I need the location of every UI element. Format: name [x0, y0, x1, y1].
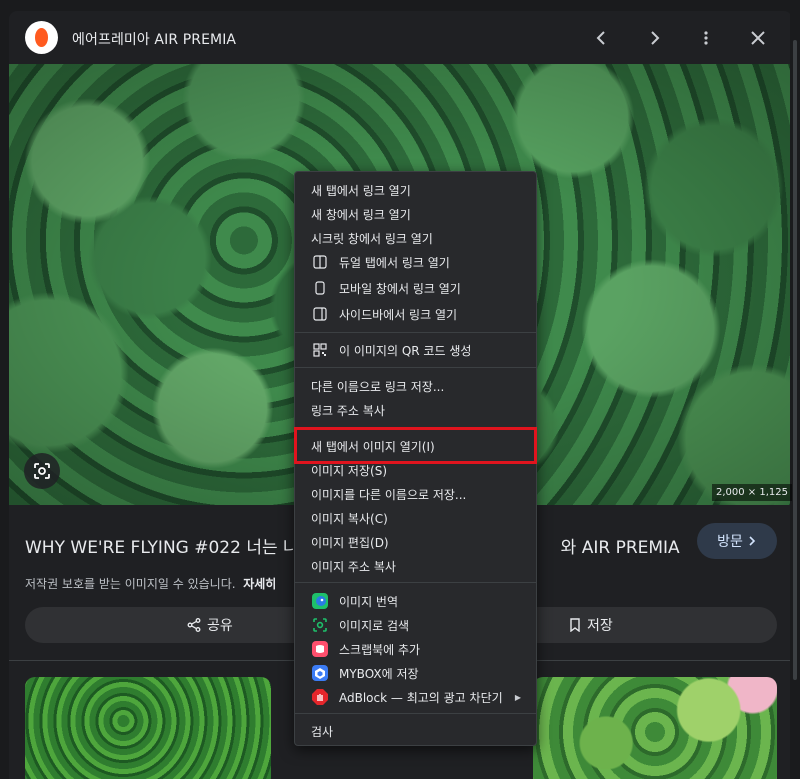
visit-button[interactable]: 방문	[697, 523, 777, 559]
menu-item-open-image-new-tab[interactable]: 새 탭에서 이미지 열기(I)	[295, 434, 536, 458]
related-image-thumbnail[interactable]	[25, 677, 271, 779]
menu-item-open-link-new-window[interactable]: 새 창에서 링크 열기	[295, 202, 536, 226]
image-search-icon	[312, 617, 328, 633]
menu-separator	[295, 582, 536, 583]
related-image-thumbnail[interactable]	[533, 677, 777, 779]
close-icon[interactable]	[746, 26, 770, 50]
chevron-left-icon[interactable]	[590, 26, 614, 50]
share-button[interactable]: 공유	[187, 607, 233, 643]
more-options-icon[interactable]	[694, 26, 718, 50]
menu-item-add-to-scrapbook[interactable]: 스크랩북에 추가	[295, 637, 536, 661]
context-menu: 새 탭에서 링크 열기 새 창에서 링크 열기 시크릿 창에서 링크 열기 듀얼…	[294, 171, 537, 746]
menu-item-search-by-image[interactable]: 이미지로 검색	[295, 613, 536, 637]
site-title[interactable]: 에어프레미아 AIR PREMIA	[72, 29, 236, 49]
menu-item-save-to-mybox[interactable]: MYBOX에 저장	[295, 661, 536, 685]
mobile-window-icon	[312, 280, 328, 296]
bookmark-icon	[570, 618, 580, 632]
learn-more-link[interactable]: 자세히	[243, 577, 276, 591]
menu-item-save-link-as[interactable]: 다른 이름으로 링크 저장...	[295, 374, 536, 398]
menu-item-save-image[interactable]: 이미지 저장(S)	[295, 458, 536, 482]
menu-item-open-link-incognito[interactable]: 시크릿 창에서 링크 열기	[295, 226, 536, 250]
menu-item-save-image-as[interactable]: 이미지를 다른 이름으로 저장...	[295, 482, 536, 506]
site-logo[interactable]	[25, 21, 58, 54]
image-dimensions: 2,000 × 1,125	[712, 484, 792, 501]
menu-item-open-link-mobile-window[interactable]: 모바일 창에서 링크 열기	[295, 276, 536, 300]
menu-item-copy-image[interactable]: 이미지 복사(C)	[295, 506, 536, 530]
save-button[interactable]: 저장	[569, 607, 613, 643]
chevron-right-small-icon	[749, 536, 756, 546]
menu-item-inspect[interactable]: 검사	[295, 719, 536, 743]
menu-item-translate-image[interactable]: 이미지 번역	[295, 589, 536, 613]
viewer-header: 에어프레미아 AIR PREMIA	[9, 11, 792, 64]
scrollbar-thumb[interactable]	[793, 40, 797, 680]
menu-separator	[295, 367, 536, 368]
scrapbook-icon	[312, 641, 328, 657]
menu-separator	[295, 428, 536, 429]
chevron-right-icon[interactable]	[642, 26, 666, 50]
menu-item-copy-link-address[interactable]: 링크 주소 복사	[295, 398, 536, 422]
share-icon	[187, 618, 201, 632]
menu-item-edit-image[interactable]: 이미지 편집(D)	[295, 530, 536, 554]
qr-code-icon	[312, 342, 328, 358]
menu-item-open-link-new-tab[interactable]: 새 탭에서 링크 열기	[295, 178, 536, 202]
menu-separator	[295, 713, 536, 714]
lens-search-icon[interactable]	[24, 453, 60, 489]
menu-item-generate-qr[interactable]: 이 이미지의 QR 코드 생성	[295, 338, 536, 362]
visit-label: 방문	[717, 534, 743, 550]
menu-item-open-link-sidebar[interactable]: 사이드바에서 링크 열기	[295, 302, 536, 326]
submenu-arrow-icon: ▶	[514, 692, 521, 702]
dual-tab-icon	[312, 254, 328, 270]
papago-translate-icon	[312, 593, 328, 609]
adblock-icon	[312, 689, 328, 705]
menu-item-adblock[interactable]: AdBlock — 최고의 광고 차단기 ▶	[295, 685, 536, 709]
mybox-icon	[312, 665, 328, 681]
copyright-notice: 저작권 보호를 받는 이미지일 수 있습니다. 자세히	[25, 577, 277, 591]
sidebar-icon	[312, 306, 328, 322]
menu-separator	[295, 332, 536, 333]
page-scrollbar[interactable]	[790, 0, 800, 779]
menu-item-copy-image-address[interactable]: 이미지 주소 복사	[295, 554, 536, 578]
menu-item-open-link-dual-tab[interactable]: 듀얼 탭에서 링크 열기	[295, 250, 536, 274]
headline-start: WHY WE'RE FLYING #022 너는 나	[25, 538, 299, 558]
headline-end: 와 AIR PREMIA	[560, 538, 680, 558]
